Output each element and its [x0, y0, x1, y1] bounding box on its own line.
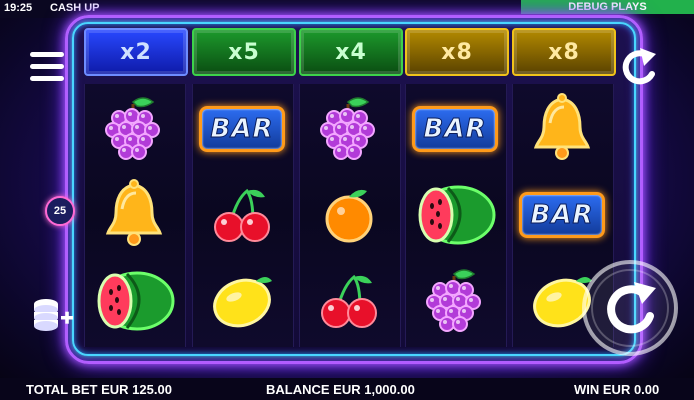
multiplier-reel-1: x2 [84, 28, 188, 76]
spin-button[interactable] [580, 258, 680, 358]
paylines-badge: 25 [45, 196, 75, 226]
multiplier-reel-5: x8 [512, 28, 616, 76]
bell-symbol [512, 86, 612, 172]
bar-symbol: BAR [405, 86, 505, 172]
bar-symbol-text: BAR [198, 106, 286, 152]
grapes-symbol [299, 86, 399, 172]
grapes-symbol [84, 86, 184, 172]
cherries-symbol [192, 172, 292, 258]
lemon-symbol [192, 258, 292, 344]
multiplier-reel-2: x5 [192, 28, 296, 76]
win-text: WIN EUR 0.00 [574, 382, 660, 397]
coin-stack-plus-icon[interactable] [28, 296, 78, 336]
grapes-symbol [405, 258, 505, 344]
total-bet-text: TOTAL BET EUR 125.00 [26, 382, 172, 397]
bar-symbol: BAR [512, 172, 612, 258]
clock-text: 19:25 [4, 2, 33, 14]
orange-symbol [299, 172, 399, 258]
hamburger-menu-icon[interactable] [30, 52, 64, 82]
bar-symbol-text: BAR [411, 106, 499, 152]
game-title: CASH UP [50, 2, 100, 14]
watermelon-symbol [405, 172, 505, 258]
multiplier-reel-4: x8 [405, 28, 509, 76]
bar-symbol: BAR [192, 86, 292, 172]
bar-symbol-text: BAR [518, 192, 606, 238]
cherries-symbol [299, 258, 399, 344]
bell-symbol [84, 172, 184, 258]
watermelon-symbol [84, 258, 184, 344]
balance-text: BALANCE EUR 1,000.00 [266, 382, 415, 397]
circular-arrow-icon[interactable] [618, 44, 662, 88]
debug-plays-button[interactable]: DEBUG PLAYS [521, 0, 694, 14]
multiplier-reel-3: x4 [299, 28, 403, 76]
